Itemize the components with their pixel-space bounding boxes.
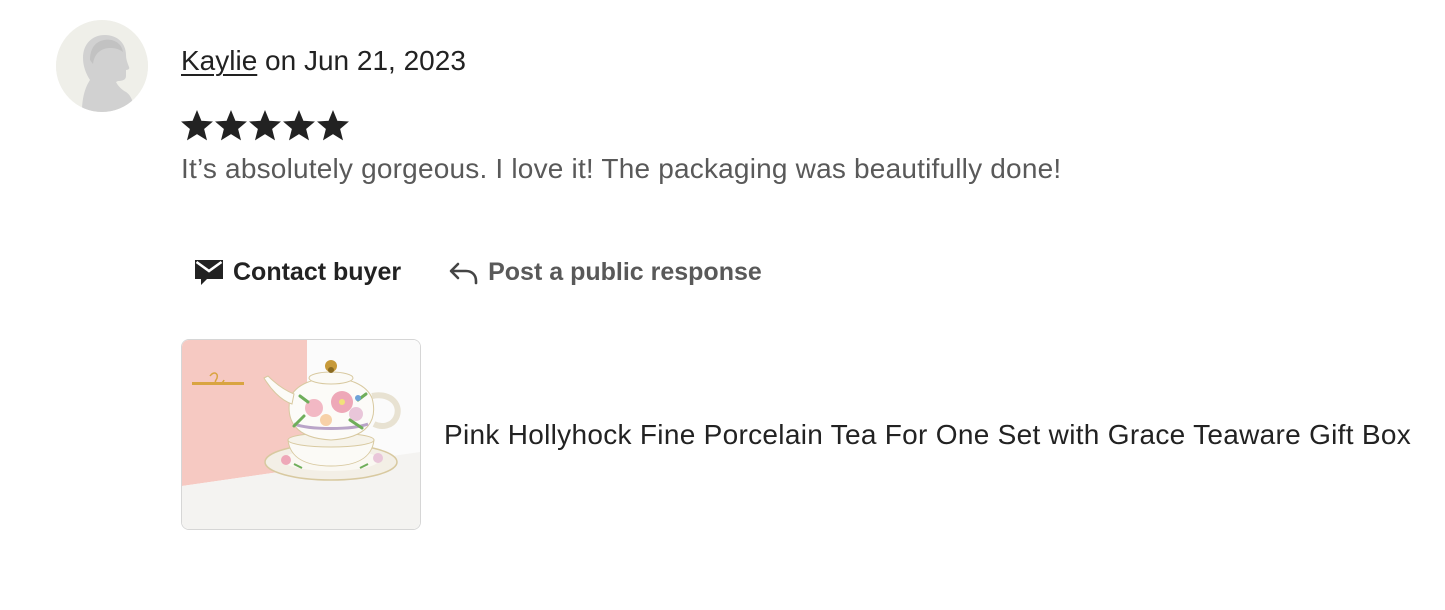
user-silhouette-icon <box>56 20 148 112</box>
product-thumbnail[interactable] <box>181 339 421 530</box>
avatar[interactable] <box>56 20 148 112</box>
review-date: on Jun 21, 2023 <box>265 45 466 76</box>
star-filled-icon <box>181 110 213 141</box>
contact-buyer-button[interactable]: Contact buyer <box>181 248 413 296</box>
teapot-image <box>182 340 420 529</box>
product-title[interactable]: Pink Hollyhock Fine Porcelain Tea For On… <box>444 418 1411 452</box>
reviewer-name-link[interactable]: Kaylie <box>181 45 257 76</box>
envelope-icon <box>193 257 225 287</box>
star-filled-icon <box>215 110 247 141</box>
contact-buyer-label: Contact buyer <box>233 257 402 286</box>
review-card: Kaylie on Jun 21, 2023 It’s absolutely g… <box>0 0 1445 610</box>
star-filled-icon <box>283 110 315 141</box>
reply-arrow-icon <box>448 258 480 286</box>
star-filled-icon <box>249 110 281 141</box>
review-text: It’s absolutely gorgeous. I love it! The… <box>181 153 1062 184</box>
review-header: Kaylie on Jun 21, 2023 <box>181 44 466 78</box>
star-rating <box>180 108 350 144</box>
reviewed-product-link[interactable]: Pink Hollyhock Fine Porcelain Tea For On… <box>181 339 1411 530</box>
star-filled-icon <box>317 110 349 141</box>
review-actions: Contact buyer Post a public response <box>181 248 774 296</box>
post-public-response-label: Post a public response <box>488 257 762 286</box>
post-public-response-button[interactable]: Post a public response <box>436 248 774 296</box>
